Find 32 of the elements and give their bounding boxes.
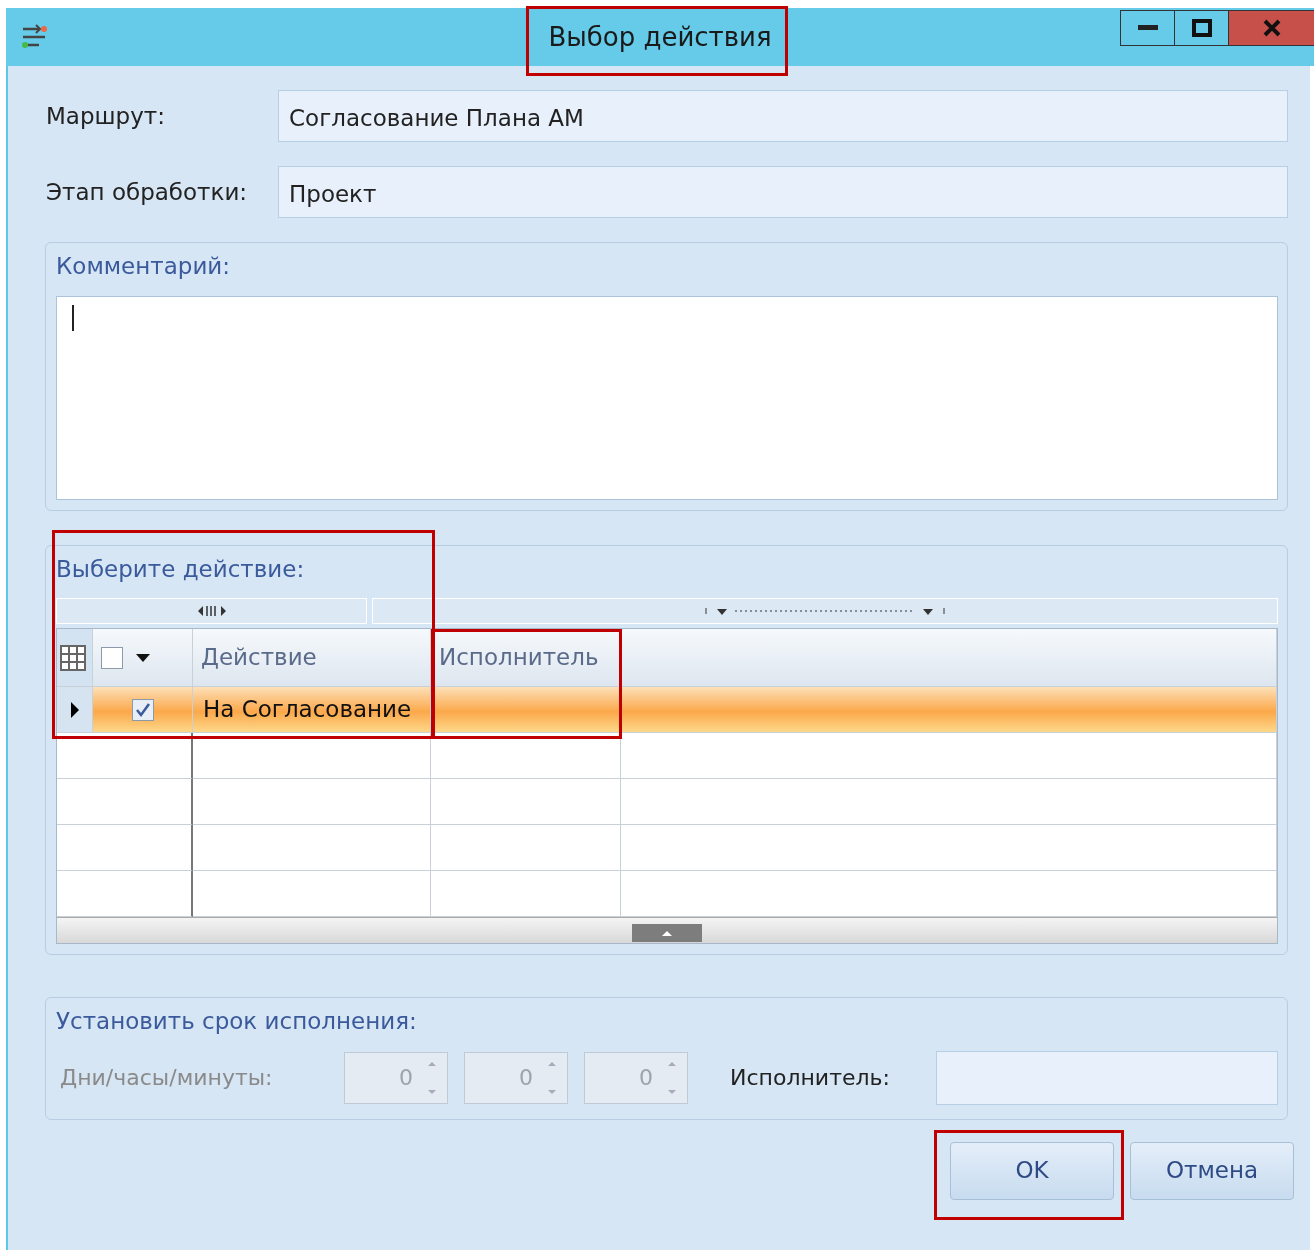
scrollbar[interactable]	[57, 917, 1277, 943]
executor-field[interactable]	[936, 1050, 1278, 1105]
close-button[interactable]	[1228, 10, 1314, 46]
maximize-icon	[1191, 19, 1212, 37]
minimize-icon	[1137, 25, 1158, 31]
close-icon	[1261, 19, 1282, 37]
dialog-button[interactable]: Отмена	[1130, 1141, 1294, 1200]
comment-field[interactable]	[56, 295, 1278, 500]
maximize-button[interactable]	[1174, 10, 1228, 46]
text-field[interactable]: Согласование Плана АМ	[278, 90, 1288, 142]
minimize-button[interactable]	[1120, 10, 1174, 46]
group-legend: Установить срок исполнения:	[56, 1004, 417, 1039]
table-cell: На Согласование	[193, 687, 431, 733]
scroll-up-icon	[661, 930, 673, 936]
row-checkbox[interactable]	[131, 698, 154, 721]
header-checkbox[interactable]	[101, 646, 123, 669]
text-field[interactable]: Проект	[278, 166, 1288, 218]
column-header[interactable]: Действие	[193, 629, 431, 687]
column-resize-icon	[196, 605, 227, 617]
field-label: Дни/часы/минуты:	[59, 1064, 274, 1092]
band-handle-icon	[705, 605, 945, 617]
app-icon	[20, 23, 50, 51]
field-label: Исполнитель:	[730, 1064, 891, 1092]
dialog-button[interactable]: OK	[950, 1141, 1114, 1200]
window-title: Выбор действия	[548, 22, 772, 52]
field-label: Маршрут:	[46, 101, 166, 131]
group-legend: Выберите действие:	[56, 551, 305, 586]
group-legend: Комментарий:	[56, 249, 231, 284]
column-chooser-icon[interactable]	[57, 629, 93, 687]
dropdown-icon[interactable]	[135, 652, 151, 663]
text-cursor	[72, 304, 74, 331]
field-label: Этап обработки:	[46, 177, 249, 207]
